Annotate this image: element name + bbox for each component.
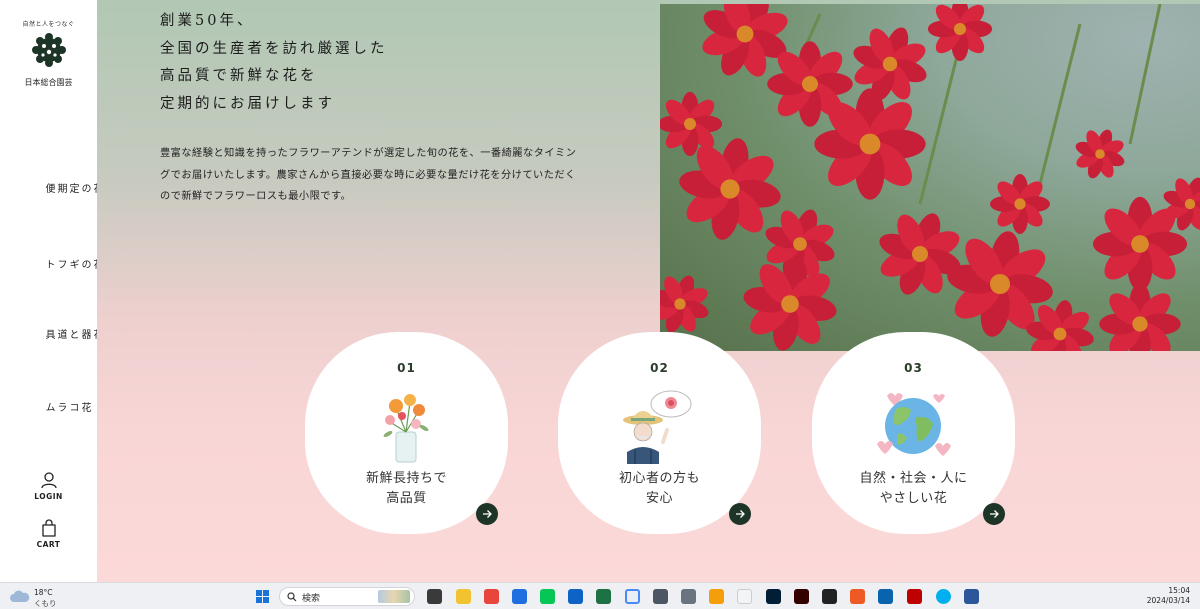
arrow-right-icon xyxy=(990,510,999,518)
cosmos-flower xyxy=(743,257,837,351)
cart-button[interactable]: CART xyxy=(0,519,97,549)
left-sidebar: 自然と人をつなぐ 日本総合園芸 花の定期便 花のギフト 花器と道具 花コラム L… xyxy=(0,0,102,582)
weather-condition: くもり xyxy=(34,599,57,608)
nav-item-subscription[interactable]: 花の定期便 xyxy=(42,183,102,195)
weather-temp: 18°C xyxy=(34,588,53,597)
cosmos-flower xyxy=(1075,129,1125,179)
hero-headline: 創業50年、 全国の生産者を訪れ厳選した 高品質で新鮮な花を 定期的にお届けしま… xyxy=(160,8,388,118)
filezilla-icon[interactable] xyxy=(907,589,922,604)
cosmos-flower xyxy=(879,213,961,295)
sticky-notes-icon[interactable] xyxy=(822,589,837,604)
cosmos-flower xyxy=(990,174,1050,234)
task-view-icon[interactable] xyxy=(427,589,442,604)
cosmos-flowers-photo xyxy=(660,4,1200,351)
system-clock[interactable]: 15:04 2024/03/14 xyxy=(1147,586,1190,606)
arrow-right-button[interactable] xyxy=(983,503,1005,525)
settings-gear-icon[interactable] xyxy=(681,589,696,604)
chrome-icon[interactable] xyxy=(625,589,640,604)
hero-section: 創業50年、 全国の生産者を訪れ厳選した 高品質で新鮮な花を 定期的にお届けしま… xyxy=(97,0,1200,582)
line-icon[interactable] xyxy=(540,589,555,604)
excel-icon[interactable] xyxy=(596,589,611,604)
hero-description: 豊富な経験と知識を持ったフラワーアテンドが選定した旬の花を、一番綺麗なタイミング… xyxy=(160,148,577,202)
cloud-icon xyxy=(10,590,30,602)
file-explorer-icon[interactable] xyxy=(456,589,471,604)
vscode-icon[interactable] xyxy=(878,589,893,604)
cosmos-flower xyxy=(1026,300,1094,351)
windows-start-icon[interactable] xyxy=(255,589,270,604)
zalo-icon[interactable] xyxy=(512,589,527,604)
cosmos-flower xyxy=(702,4,788,77)
search-icon xyxy=(287,592,297,602)
brand-tagline: 自然と人をつなぐ xyxy=(22,21,75,28)
photoshop-icon[interactable] xyxy=(766,589,781,604)
arrow-right-button[interactable] xyxy=(476,503,498,525)
feature-number: 03 xyxy=(904,361,923,375)
feature-card-beginner[interactable]: 02 初心者の方も 安心 xyxy=(558,332,761,534)
calculator-icon[interactable] xyxy=(653,589,668,604)
figma-icon[interactable] xyxy=(850,589,865,604)
cosmos-flower xyxy=(660,275,709,333)
taskbar-search[interactable]: 検索 xyxy=(279,587,415,606)
feature-card-eco[interactable]: 03 自然・社会・人に やさしい花 xyxy=(812,332,1015,534)
headline-line: 高品質で新鮮な花を xyxy=(160,68,318,84)
windows-taskbar: 18°C くもり 検索 15:04 2024/03/14 xyxy=(0,582,1200,609)
flower-stem xyxy=(918,43,962,205)
clock-time: 15:04 xyxy=(1168,586,1190,595)
feature-card-fresh[interactable]: 01 新鮮長持ちで 高品質 xyxy=(305,332,508,534)
farmer-icon xyxy=(623,390,692,464)
feature-caption: 初心者の方も 安心 xyxy=(558,469,761,509)
nav-item-column[interactable]: 花コラム xyxy=(42,402,90,414)
user-icon xyxy=(40,472,57,489)
flower-vase-icon xyxy=(383,394,429,463)
app-icon[interactable] xyxy=(484,589,499,604)
cart-label: CART xyxy=(36,540,61,549)
brand-logo-icon[interactable] xyxy=(30,31,68,69)
headline-line: 定期的にお届けします xyxy=(160,95,335,112)
weather-widget[interactable]: 18°C くもり xyxy=(10,586,70,608)
feature-caption: 自然・社会・人に やさしい花 xyxy=(812,469,1015,509)
caption-line: 自然・社会・人に xyxy=(859,471,968,486)
login-button[interactable]: LOGIN xyxy=(0,472,97,501)
cosmos-flower xyxy=(853,27,927,101)
headline-line: 全国の生産者を訪れ厳選した xyxy=(160,40,388,57)
skype-icon[interactable] xyxy=(936,589,951,604)
photos-icon[interactable] xyxy=(709,589,724,604)
clock-date: 2024/03/14 xyxy=(1146,596,1190,605)
outlook-icon[interactable] xyxy=(568,589,583,604)
nav-item-gift[interactable]: 花のギフト xyxy=(42,259,102,271)
cosmos-flower xyxy=(660,91,723,157)
feature-number: 02 xyxy=(650,361,669,375)
nav-item-vases-tools[interactable]: 花器と道具 xyxy=(42,329,102,341)
feature-caption: 新鮮長持ちで 高品質 xyxy=(305,469,508,509)
arrow-right-icon xyxy=(483,510,492,518)
arrow-right-icon xyxy=(736,510,745,518)
brand-name: 日本総合園芸 xyxy=(24,78,73,87)
illustrator-icon[interactable] xyxy=(794,589,809,604)
search-placeholder: 検索 xyxy=(302,594,321,604)
flower-stem xyxy=(1038,23,1082,185)
caption-line: 初心者の方も xyxy=(618,471,700,486)
login-label: LOGIN xyxy=(34,492,63,501)
cosmos-flower xyxy=(927,4,993,62)
flowers-illustration xyxy=(660,4,1200,351)
cosmos-flower xyxy=(1099,283,1181,351)
feature-number: 01 xyxy=(397,361,416,375)
headline-line: 創業50年、 xyxy=(160,13,255,29)
arrow-right-button[interactable] xyxy=(729,503,751,525)
shopping-bag-icon xyxy=(41,519,56,537)
search-highlight-image xyxy=(378,590,410,603)
caption-line: 新鮮長持ちで xyxy=(365,471,447,486)
flower-stem xyxy=(1128,4,1162,145)
slack-icon[interactable] xyxy=(737,589,752,604)
cosmos-flower xyxy=(814,88,926,200)
word-icon[interactable] xyxy=(964,589,979,604)
earth-icon xyxy=(877,393,951,456)
